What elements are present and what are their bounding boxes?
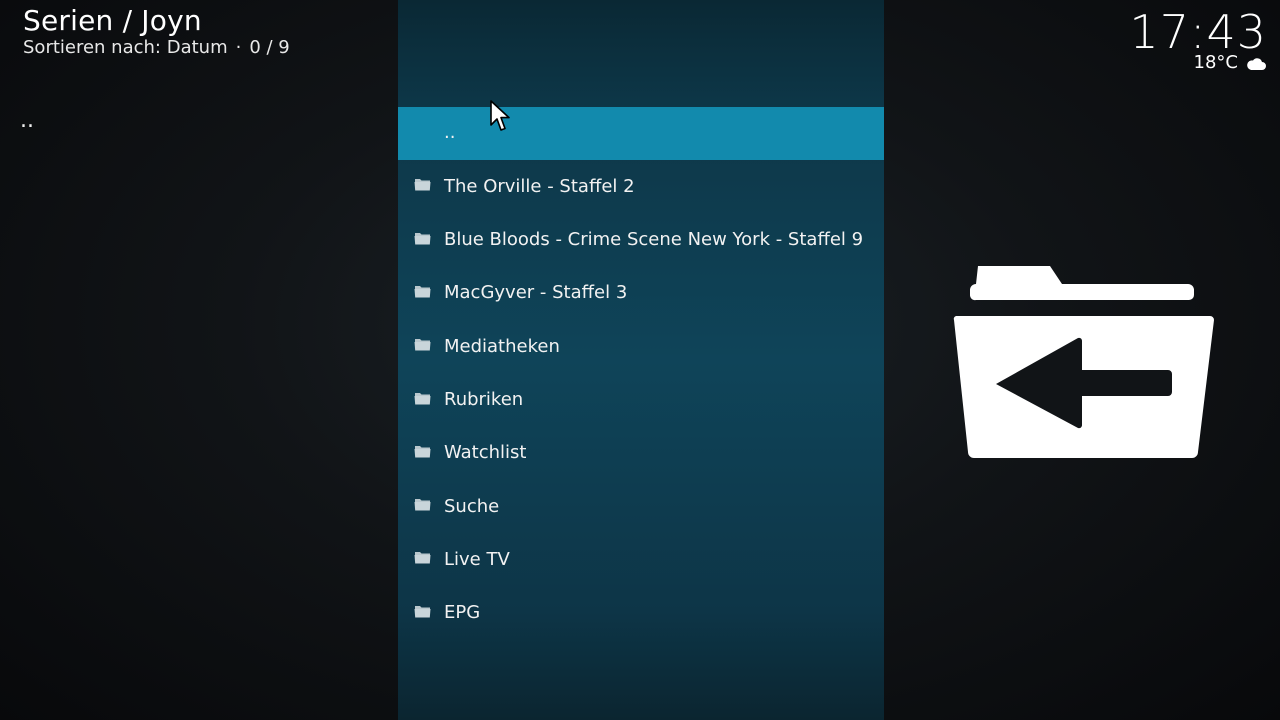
folder-icon bbox=[414, 285, 431, 298]
list-item[interactable]: Watchlist bbox=[398, 427, 884, 480]
mouse-pointer-icon bbox=[489, 99, 513, 133]
item-counter: 0 / 9 bbox=[249, 37, 290, 58]
page-title: Serien / Joyn bbox=[23, 4, 202, 37]
clock: 17:43 bbox=[1129, 5, 1267, 59]
folder-icon bbox=[414, 605, 431, 618]
parent-folder-shortcut[interactable]: .. bbox=[20, 110, 34, 132]
list-item-label: Blue Bloods - Crime Scene New York - Sta… bbox=[444, 229, 864, 251]
list-item[interactable]: Live TV bbox=[398, 533, 884, 586]
list-item[interactable]: Rubriken bbox=[398, 374, 884, 427]
file-list-panel: .. The Orville - Staffel 2 Blue Bloods - C… bbox=[398, 0, 884, 720]
folder-icon bbox=[414, 232, 431, 245]
folder-back-icon bbox=[952, 262, 1214, 458]
weather-info: 18°C bbox=[1194, 52, 1266, 74]
list-item[interactable]: EPG bbox=[398, 587, 884, 640]
list-item-label: Mediatheken bbox=[444, 335, 560, 357]
folder-icon bbox=[414, 552, 431, 564]
list-item[interactable]: Blue Bloods - Crime Scene New York - Sta… bbox=[398, 214, 884, 267]
folder-icon bbox=[414, 499, 431, 511]
separator: · bbox=[235, 37, 242, 58]
folder-icon bbox=[414, 339, 431, 351]
list-item-label: Suche bbox=[444, 495, 500, 517]
folder-icon bbox=[414, 179, 431, 191]
temperature: 18°C bbox=[1193, 52, 1238, 73]
list-item-label: MacGyver - Staffel 3 bbox=[444, 282, 628, 304]
folder-icon bbox=[414, 392, 431, 404]
list-item-label: Watchlist bbox=[444, 442, 527, 464]
list-item[interactable]: Mediatheken bbox=[398, 320, 884, 373]
list-item-parent[interactable]: .. bbox=[398, 107, 884, 160]
folder-icon bbox=[414, 445, 431, 458]
list-item[interactable]: MacGyver - Staffel 3 bbox=[398, 267, 884, 320]
list-item-label: Rubriken bbox=[444, 389, 524, 410]
list-item-label: Live TV bbox=[444, 548, 510, 570]
list-item[interactable]: Suche bbox=[398, 480, 884, 533]
list-item[interactable]: The Orville - Staffel 2 bbox=[398, 160, 884, 213]
sort-label[interactable]: Sortieren nach: Datum bbox=[23, 37, 228, 58]
cloud-icon bbox=[1246, 57, 1266, 70]
sort-info: Sortieren nach: Datum · 0 / 9 bbox=[23, 37, 290, 59]
list-item-label: EPG bbox=[444, 602, 481, 624]
kodi-screen: Serien / Joyn Sortieren nach: Datum · 0 / … bbox=[0, 0, 1280, 720]
list-item-label: The Orville - Staffel 2 bbox=[444, 175, 635, 197]
list-item-label: .. bbox=[444, 122, 456, 143]
